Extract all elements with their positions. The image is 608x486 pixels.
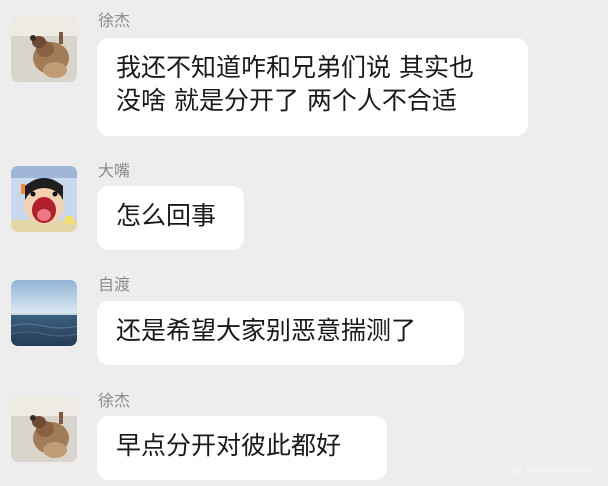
sender-name: 自渡 (98, 275, 131, 294)
message-text-line: 我还不知道咋和兄弟们说 其实也 (116, 53, 474, 82)
message-bubble[interactable]: 怎么回事 (97, 186, 244, 250)
sender-name: 徐杰 (98, 11, 131, 30)
seascape-avatar-image (11, 280, 77, 346)
chat-thread: 徐杰 我还不知道咋和兄弟们说 其实也 没啥 就是分开了 两个人不合适 大嘴 怎么… (0, 0, 608, 486)
watermark-mark (512, 465, 592, 475)
message-text-line: 还是希望大家别恶意揣测了 (116, 316, 417, 345)
message-text-line: 没啥 就是分开了 两个人不合适 (116, 86, 457, 115)
dog-avatar-image (11, 396, 77, 462)
cartoon-avatar-image (11, 166, 77, 232)
sender-name: 大嘴 (98, 161, 131, 180)
dog-avatar-image (11, 16, 77, 82)
message-text-line: 早点分开对彼此都好 (116, 431, 342, 460)
dog-avatar[interactable] (11, 16, 77, 82)
message-bubble[interactable]: 还是希望大家别恶意揣测了 (97, 301, 464, 365)
seascape-avatar[interactable] (11, 280, 77, 346)
sender-name: 徐杰 (98, 391, 131, 410)
message-bubble[interactable]: 我还不知道咋和兄弟们说 其实也 没啥 就是分开了 两个人不合适 (97, 38, 528, 136)
message-bubble[interactable]: 早点分开对彼此都好 (97, 416, 387, 480)
cartoon-avatar[interactable] (11, 166, 77, 232)
dog-avatar[interactable] (11, 396, 77, 462)
message-text-line: 怎么回事 (116, 201, 217, 230)
